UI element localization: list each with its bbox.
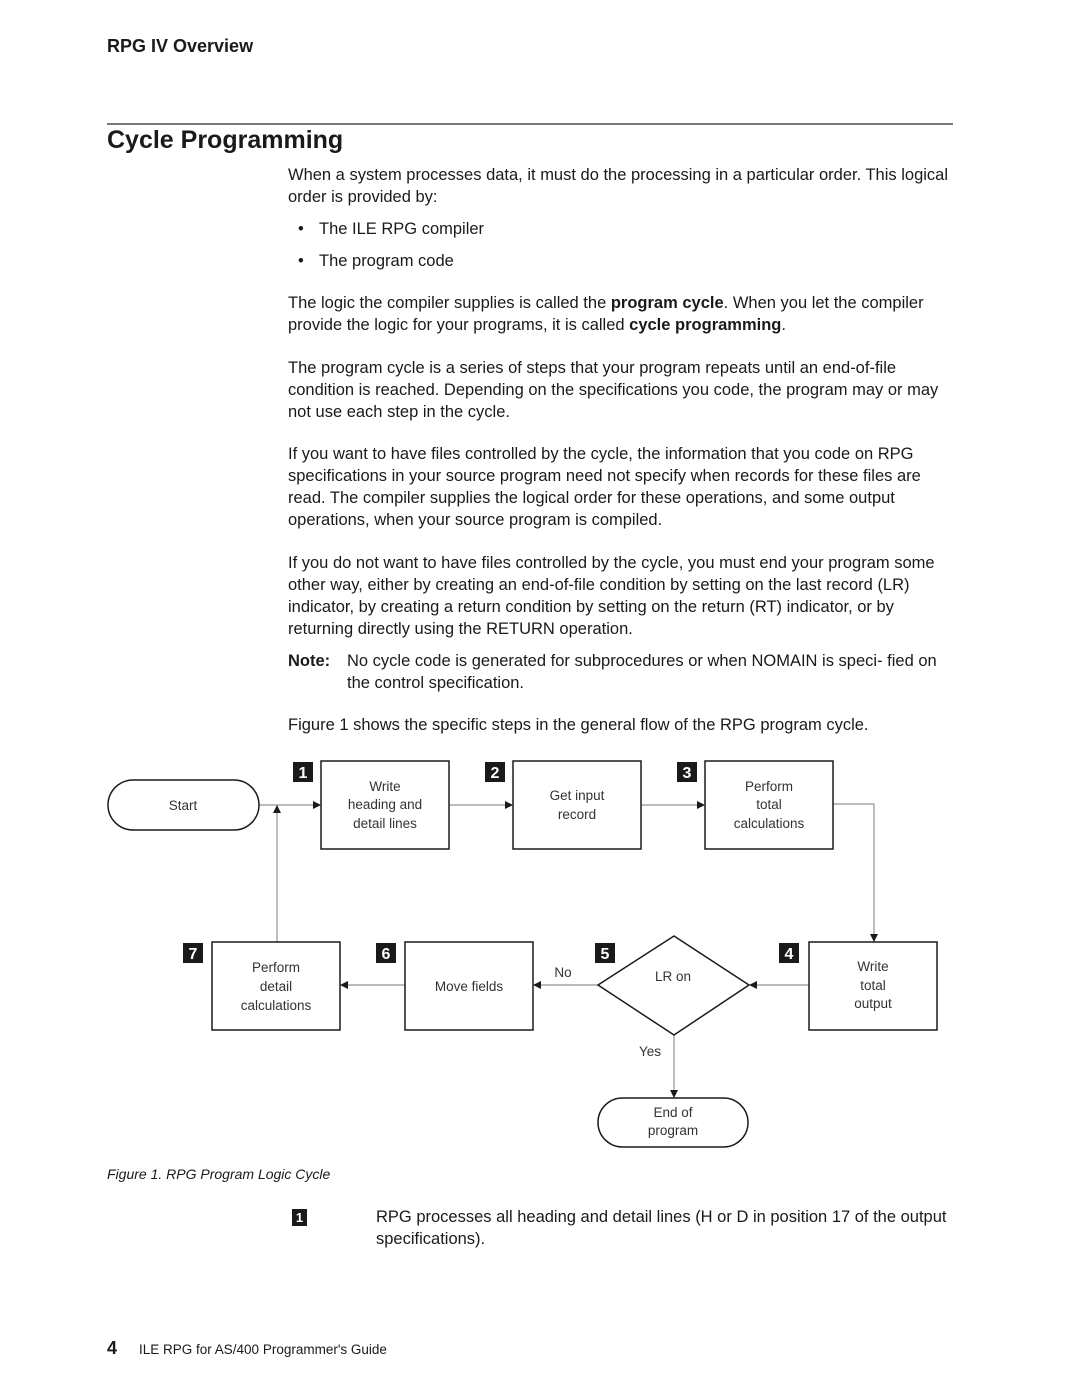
step-7-label-line: detail xyxy=(260,979,292,994)
bullet-text: The program code xyxy=(319,252,454,270)
step-4-badge-number: 4 xyxy=(785,946,794,963)
step-5-badge-number: 5 xyxy=(601,946,610,963)
step-1-label-line: Write xyxy=(369,779,400,794)
book-title: ILE RPG for AS/400 Programmer's Guide xyxy=(139,1342,387,1357)
callout-text: RPG processes all heading and detail lin… xyxy=(376,1208,947,1248)
callout-badge: 1 xyxy=(292,1209,307,1226)
files-not-controlled-paragraph: If you do not want to have files control… xyxy=(288,554,935,638)
step-4-label-line: Write xyxy=(857,959,888,974)
step-4-label-line: total xyxy=(860,978,886,993)
step-7-label-line: calculations xyxy=(241,998,312,1013)
step-7-badge-number: 7 xyxy=(189,946,198,963)
step-3-label-line: total xyxy=(756,797,782,812)
connector-3-to-4 xyxy=(833,803,878,942)
step-3-badge-number: 3 xyxy=(683,765,692,782)
intro-paragraph: When a system processes data, it must do… xyxy=(288,166,949,206)
program-cycle-flowchart: Start 1 2 3 4 5 6 7 Write heading and de… xyxy=(107,760,938,1148)
end-label-line: End of xyxy=(653,1105,692,1120)
section-rule xyxy=(107,123,953,125)
files-controlled-paragraph: If you want to have files controlled by … xyxy=(288,445,921,529)
figure-reference-paragraph: Figure 1 shows the specific steps in the… xyxy=(288,716,869,734)
end-label-line: program xyxy=(648,1123,698,1138)
bullet-text: The ILE RPG compiler xyxy=(319,220,485,238)
term-cycle-programming: cycle programming xyxy=(629,316,782,334)
step-2-label-line: Get input xyxy=(550,788,605,803)
term-program-cycle: program cycle xyxy=(610,294,724,312)
step-6-badge-number: 6 xyxy=(382,946,391,963)
step-2-label-line: record xyxy=(558,807,596,822)
yes-branch-label: Yes xyxy=(639,1044,661,1059)
step-3-label-line: Perform xyxy=(745,779,793,794)
step-1-badge-number: 1 xyxy=(299,765,308,782)
figure-caption: Figure 1. RPG Program Logic Cycle xyxy=(107,1166,331,1182)
step-4-label-line: output xyxy=(854,996,892,1011)
step-5-label: LR on xyxy=(655,969,691,984)
start-label: Start xyxy=(169,798,198,813)
bullet-icon: • xyxy=(298,220,304,238)
section-title: Cycle Programming xyxy=(107,126,344,154)
note-text: No cycle code is generated for subproced… xyxy=(347,652,937,692)
program-cycle-paragraph: The logic the compiler supplies is calle… xyxy=(288,294,924,334)
step-1-label-line: detail lines xyxy=(353,816,417,831)
cycle-steps-paragraph: The program cycle is a series of steps t… xyxy=(288,359,939,421)
step-5-decision xyxy=(596,935,751,1036)
bullet-item: • The ILE RPG compiler xyxy=(298,218,484,240)
step-6-label: Move fields xyxy=(435,979,504,994)
step-2-box xyxy=(512,760,642,850)
page-number: 4 xyxy=(107,1338,118,1358)
step-7-label-line: Perform xyxy=(252,960,300,975)
step-3-label-line: calculations xyxy=(734,816,805,831)
running-head: RPG IV Overview xyxy=(107,36,254,56)
bullet-item: • The program code xyxy=(298,250,454,272)
step-2-badge-number: 2 xyxy=(491,765,500,782)
no-branch-label: No xyxy=(554,965,571,980)
step-1-label-line: heading and xyxy=(348,797,422,812)
note-label: Note: xyxy=(288,652,331,670)
bullet-icon: • xyxy=(298,252,304,270)
